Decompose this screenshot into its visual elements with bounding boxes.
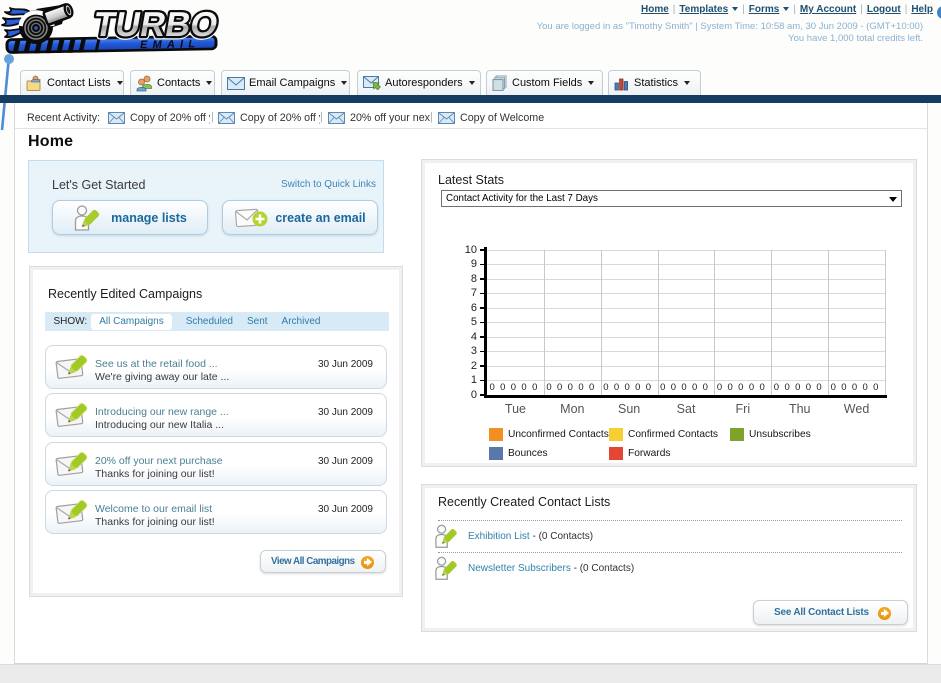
svg-text:TURBO: TURBO <box>91 6 221 44</box>
